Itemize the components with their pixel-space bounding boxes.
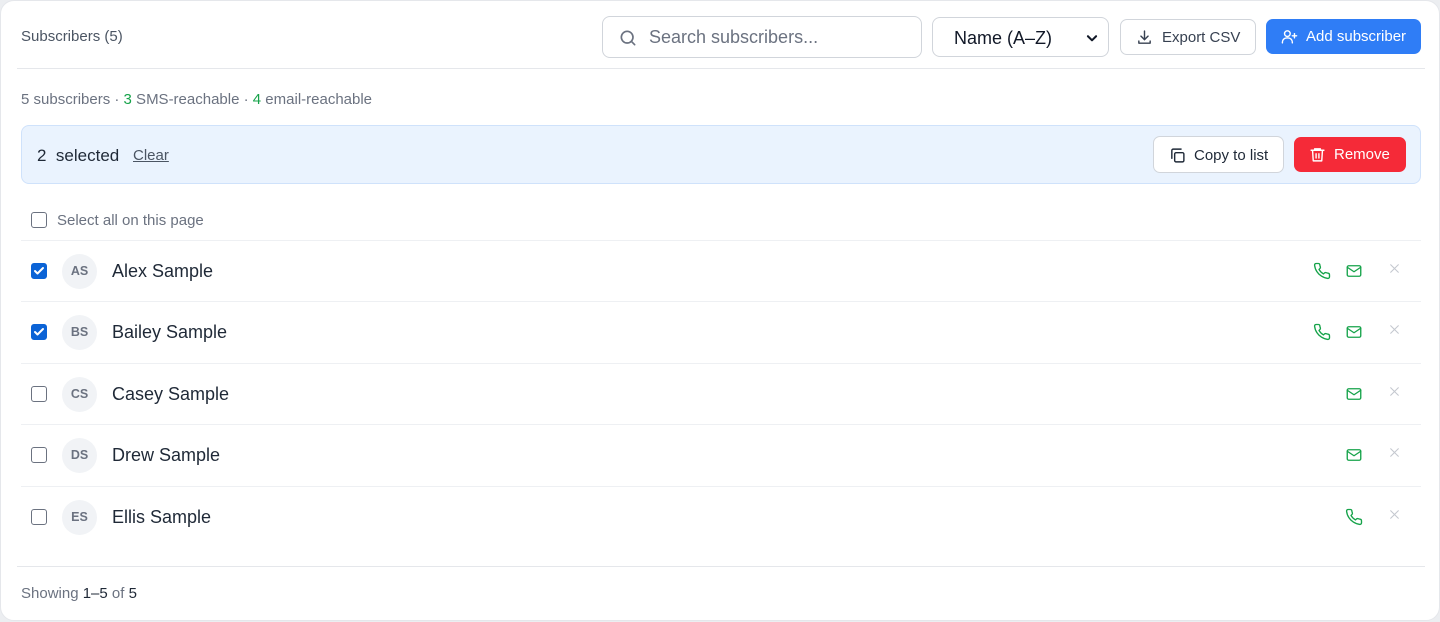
page-title: Subscribers (5) [21,28,123,45]
close-icon[interactable] [1388,508,1401,521]
subscriber-name: Casey Sample [112,383,230,404]
email-count: 4 [252,91,262,108]
search-box[interactable] [602,16,922,58]
close-icon[interactable] [1388,446,1401,459]
phone-icon [1313,324,1331,341]
panel-header: Subscribers (5) Name (A–Z) Export CSV Ad… [17,1,1425,69]
sort-select[interactable]: Name (A–Z) [932,17,1109,57]
row-checkbox[interactable] [31,385,47,402]
subscribers-panel: Subscribers (5) Name (A–Z) Export CSV Ad… [0,0,1440,621]
clear-selection-link[interactable]: Clear [133,147,169,164]
select-all-row: Select all on this page [21,201,1421,241]
select-all-label: Select all on this page [57,212,204,229]
sms-label: SMS-reachable [131,91,240,108]
remove-label: Remove [1334,146,1390,163]
download-icon [1138,30,1151,44]
subscriber-name: Drew Sample [112,445,221,466]
subscriber-row[interactable]: ES Ellis Sample [21,487,1421,548]
avatar: AS [62,254,97,289]
summary-separator: · [239,91,253,108]
row-checkbox[interactable] [31,263,47,279]
avatar: ES [62,499,97,535]
avatar: CS [62,376,97,412]
mail-icon [1346,387,1362,400]
export-csv-label: Export CSV [1162,29,1241,46]
showing-range: 1–5 [82,585,108,602]
showing-total: 5 [128,585,137,602]
sort-select-value: Name (A–Z) [954,28,1053,48]
avatar: DS [62,438,97,474]
copy-icon [1171,148,1185,163]
subscriber-summary: 5 subscribers · 3 SMS-reachable · 4 emai… [21,91,372,108]
summary-separator: · [110,91,124,108]
add-subscriber-button[interactable]: Add subscriber [1266,19,1421,54]
mail-icon [1346,326,1362,339]
email-label: email-reachable [261,91,373,108]
summary-total: 5 subscribers [21,91,111,108]
add-subscriber-label: Add subscriber [1306,28,1407,45]
copy-to-list-label: Copy to list [1194,147,1269,164]
export-csv-button[interactable]: Export CSV [1120,19,1256,55]
phone-icon [1345,508,1363,525]
row-checkbox[interactable] [31,324,47,341]
close-icon[interactable] [1388,323,1401,336]
subscriber-name: Alex Sample [112,261,214,281]
user-plus-icon [1281,30,1298,44]
phone-icon [1313,262,1331,280]
row-checkbox[interactable] [31,508,47,525]
avatar: BS [62,315,97,351]
close-icon[interactable] [1388,262,1401,275]
sms-count: 3 [123,91,132,108]
search-input[interactable] [649,17,911,57]
remove-button[interactable]: Remove [1294,137,1406,172]
subscriber-row[interactable]: DS Drew Sample [21,425,1421,487]
selection-bar: 2 selected Clear Copy to list Remove [21,125,1421,184]
of-label: of [111,585,125,602]
subscriber-name: Ellis Sample [112,506,212,527]
pagination-info: Showing 1–5 of 5 [21,585,137,602]
copy-to-list-button[interactable]: Copy to list [1153,136,1284,173]
trash-icon [1310,148,1325,162]
subscriber-row[interactable]: CS Casey Sample [21,364,1421,426]
subscriber-row[interactable]: BS Bailey Sample [21,302,1421,364]
subscriber-name: Bailey Sample [112,322,228,343]
showing-label: Showing [21,585,79,602]
pagination-footer: Showing 1–5 of 5 [17,566,1425,622]
selected-count: 2 selected [37,146,119,166]
subscriber-row[interactable]: AS Alex Sample [21,241,1421,303]
search-icon [620,30,636,46]
subscriber-list: AS Alex Sample BS Bailey Sample CS Casey Samp… [21,241,1421,548]
mail-icon [1346,265,1362,277]
selected-count-number: 2 [37,146,47,165]
close-icon[interactable] [1388,385,1401,398]
mail-icon [1346,449,1362,462]
row-checkbox[interactable] [31,447,47,464]
select-all-checkbox[interactable] [31,212,47,228]
chevron-down-icon [1086,35,1098,42]
selected-count-label: selected [55,146,120,165]
